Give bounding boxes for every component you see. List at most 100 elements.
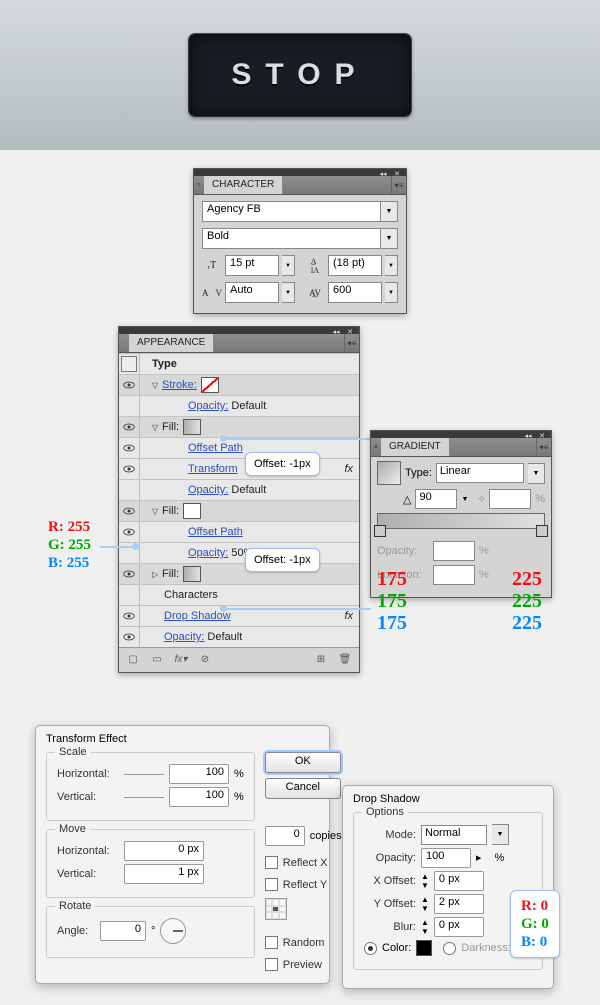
font-style-select[interactable]: Bold [202, 228, 381, 249]
character-tab[interactable]: CHARACTER [204, 176, 283, 194]
stepper-icon[interactable]: ▲▼ [421, 895, 429, 913]
close-icon[interactable]: ✕ [345, 328, 355, 334]
disclosure-icon[interactable]: ▷ [152, 570, 162, 579]
chevron-down-icon[interactable]: ▼ [282, 282, 295, 303]
opacity-label[interactable]: Opacity: [188, 484, 228, 496]
opacity-row-3[interactable]: Opacity: 50% Overlay [119, 542, 359, 563]
close-icon[interactable]: ✕ [537, 432, 547, 438]
disclosure-icon[interactable]: ▽ [152, 423, 162, 432]
disclosure-icon[interactable]: ▽ [152, 507, 162, 516]
stepper-icon[interactable]: ▲▼ [421, 872, 429, 890]
copies-input[interactable]: 0 [265, 826, 305, 846]
color-radio[interactable] [364, 942, 377, 955]
stroke-label[interactable]: Stroke: [162, 379, 197, 391]
ds-opacity-input[interactable]: 100 [421, 848, 471, 868]
fill-swatch-white[interactable] [183, 503, 201, 519]
chevron-down-icon[interactable]: ▼ [492, 824, 509, 845]
fill-2-row[interactable]: ▽ Fill: [119, 500, 359, 521]
opacity-label[interactable]: Opacity: [164, 631, 204, 643]
leading-input[interactable]: (18 pt) [328, 255, 382, 276]
grip-icon[interactable]: ◦ [371, 438, 381, 456]
gradient-tab[interactable]: GRADIENT [381, 438, 450, 456]
collapse-icon[interactable]: ◂◂ [378, 170, 388, 176]
preview-checkbox[interactable] [265, 958, 278, 971]
reference-point[interactable] [265, 898, 287, 920]
appearance-tab[interactable]: APPEARANCE [129, 334, 214, 352]
cancel-button[interactable]: Cancel [265, 778, 341, 799]
collapse-icon[interactable]: ◂◂ [523, 432, 533, 438]
trash-icon[interactable]: 🗑 [337, 651, 353, 667]
ok-button[interactable]: OK [265, 752, 341, 773]
visibility-icon[interactable] [119, 627, 140, 647]
fill-1-row[interactable]: ▽ Fill: [119, 416, 359, 437]
tracking-input[interactable]: 600 [328, 282, 382, 303]
offset-path-2[interactable]: Offset Path [119, 521, 359, 542]
reflect-x-checkbox[interactable] [265, 856, 278, 869]
rotate-dial[interactable] [160, 918, 186, 944]
ds-yoffset-input[interactable]: 2 px [434, 894, 484, 914]
stroke-icon[interactable]: ▭ [149, 651, 165, 667]
chevron-down-icon[interactable]: ▼ [381, 201, 398, 222]
new-art-icon[interactable]: ▢ [125, 651, 141, 667]
opacity-row-2[interactable]: Opacity: Default [119, 479, 359, 500]
fill-swatch-gradient[interactable] [183, 419, 201, 435]
font-size-input[interactable]: 15 pt [225, 255, 279, 276]
stroke-row[interactable]: ▽ Stroke: [119, 374, 359, 395]
panel-menu-icon[interactable]: ▾≡ [391, 176, 406, 194]
opacity-row-4[interactable]: Opacity: Default [119, 626, 359, 647]
clear-icon[interactable]: ⊘ [197, 651, 213, 667]
offset-path-label[interactable]: Offset Path [188, 526, 243, 538]
fx-menu-icon[interactable]: fx▾ [173, 651, 189, 667]
stepper-icon[interactable]: ▲▼ [421, 918, 429, 936]
chevron-down-icon[interactable]: ▼ [385, 255, 398, 276]
gr-location-input[interactable] [433, 565, 475, 585]
close-icon[interactable]: ✕ [392, 170, 402, 176]
visibility-icon[interactable] [119, 459, 140, 479]
random-checkbox[interactable] [265, 936, 278, 949]
fill-3-row[interactable]: ▷ Fill: [119, 563, 359, 584]
visibility-icon[interactable] [119, 375, 140, 395]
opacity-row[interactable]: Opacity: Default [119, 395, 359, 416]
transform-row[interactable]: Transform fx [119, 458, 359, 479]
aspect-input[interactable] [489, 489, 531, 509]
grip-icon[interactable]: ◦ [194, 176, 204, 194]
collapse-icon[interactable]: ◂◂ [331, 328, 341, 334]
panel-menu-icon[interactable]: ▾≡ [344, 334, 359, 352]
visibility-icon[interactable] [119, 438, 140, 458]
darkness-radio[interactable] [443, 942, 456, 955]
scale-h-input[interactable]: 100 [169, 764, 229, 784]
transform-label[interactable]: Transform [188, 463, 238, 475]
visibility-icon[interactable] [119, 417, 140, 437]
move-v-input[interactable]: 1 px [124, 864, 204, 884]
visibility-icon[interactable] [119, 564, 140, 584]
gradient-stop-right[interactable] [536, 525, 548, 537]
gradient-stop-left[interactable] [374, 525, 386, 537]
ds-color-swatch[interactable] [416, 940, 432, 956]
visibility-icon[interactable] [119, 501, 140, 521]
gradient-type-select[interactable]: Linear [436, 463, 524, 483]
move-h-input[interactable]: 0 px [124, 841, 204, 861]
offset-path-label[interactable]: Offset Path [188, 442, 243, 454]
ds-blur-input[interactable]: 0 px [434, 917, 484, 937]
chevron-down-icon[interactable]: ▼ [528, 463, 545, 484]
duplicate-icon[interactable]: ⊞ [313, 651, 329, 667]
gradient-angle-input[interactable]: 90 [415, 489, 457, 509]
gradient-preview[interactable] [377, 461, 401, 485]
reflect-y-checkbox[interactable] [265, 878, 278, 891]
visibility-icon[interactable] [119, 606, 140, 626]
stroke-swatch[interactable] [201, 377, 219, 393]
ds-xoffset-input[interactable]: 0 px [434, 871, 484, 891]
visibility-icon[interactable] [119, 522, 140, 542]
scale-v-input[interactable]: 100 [169, 787, 229, 807]
font-family-select[interactable]: Agency FB [202, 201, 381, 222]
fill-swatch-gradient[interactable] [183, 566, 201, 582]
chevron-down-icon[interactable]: ▼ [385, 282, 398, 303]
gradient-ramp[interactable] [377, 513, 545, 529]
chevron-down-icon[interactable]: ▼ [282, 255, 295, 276]
rotate-angle-input[interactable]: 0 [100, 921, 146, 941]
gr-opacity-input[interactable] [433, 541, 475, 561]
panel-menu-icon[interactable]: ▾≡ [536, 438, 551, 456]
drop-shadow-label[interactable]: Drop Shadow [164, 610, 231, 622]
kerning-input[interactable]: Auto [225, 282, 279, 303]
chevron-down-icon[interactable]: ▼ [381, 228, 398, 249]
